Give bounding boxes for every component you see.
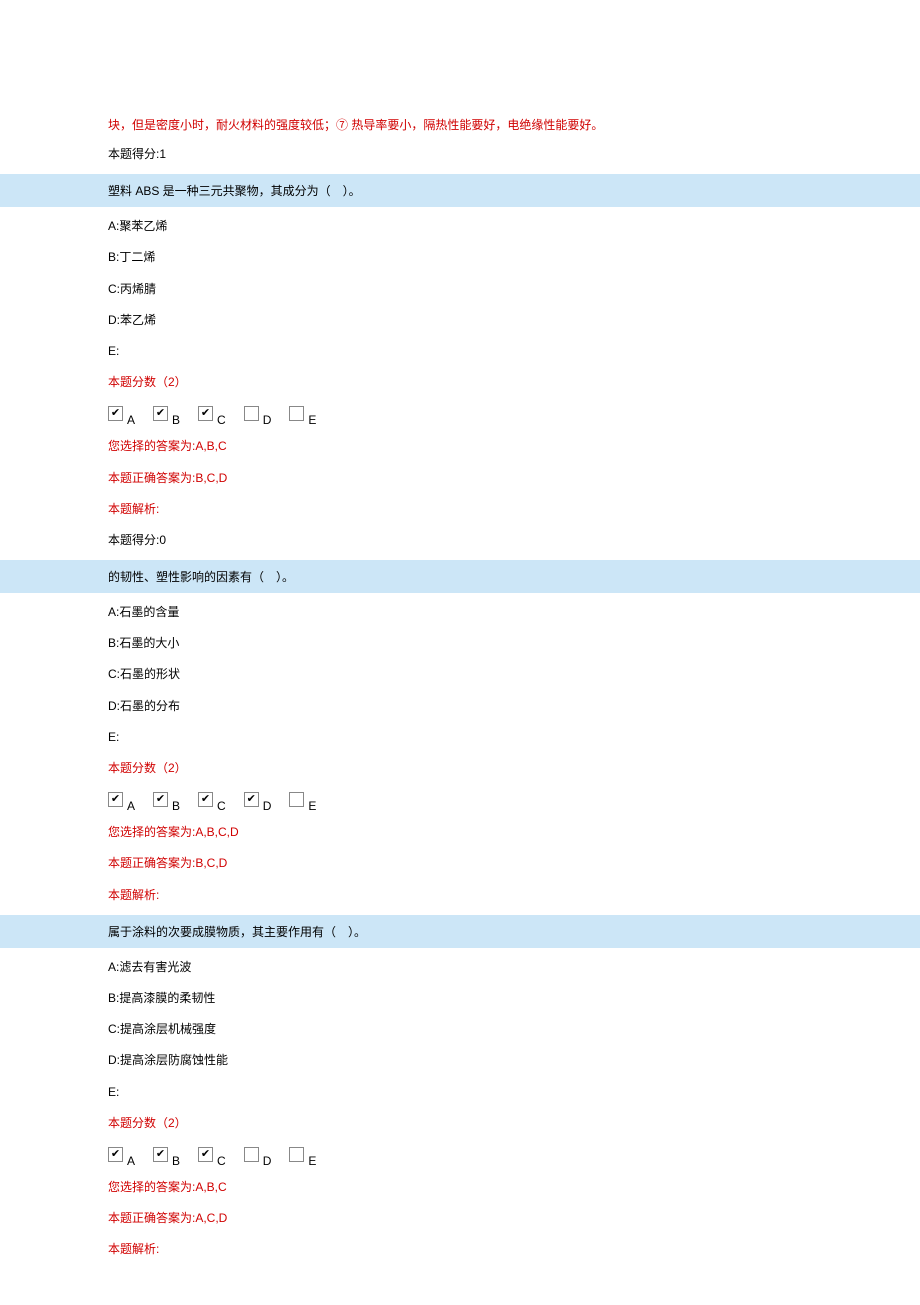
- previous-score: 本题得分:1: [0, 139, 920, 170]
- option-c: C:石墨的形状: [0, 659, 920, 690]
- checkbox-label-a: A: [127, 799, 135, 813]
- option-b: B:石墨的大小: [0, 628, 920, 659]
- checkbox-label-c: C: [217, 413, 226, 427]
- analysis-label: 本题解析:: [0, 494, 920, 525]
- question-header: 塑料 ABS 是一种三元共聚物，其成分为（ ）。: [0, 174, 920, 207]
- option-d: D:提高涂层防腐蚀性能: [0, 1045, 920, 1076]
- option-b: B:丁二烯: [0, 242, 920, 273]
- checkbox-label-b: B: [172, 799, 180, 813]
- question-score: 本题分数（2）: [0, 1108, 920, 1139]
- score-got: 本题得分:0: [0, 525, 920, 556]
- option-a: A:滤去有害光波: [0, 952, 920, 983]
- checkbox-a[interactable]: [108, 406, 123, 421]
- checkbox-e[interactable]: [289, 792, 304, 807]
- option-a: A:石墨的含量: [0, 597, 920, 628]
- question-score: 本题分数（2）: [0, 367, 920, 398]
- checkbox-a[interactable]: [108, 792, 123, 807]
- checkbox-label-d: D: [263, 799, 272, 813]
- checkbox-label-e: E: [308, 799, 316, 813]
- option-e: E:: [0, 722, 920, 753]
- question-header: 属于涂料的次要成膜物质，其主要作用有（ ）。: [0, 915, 920, 948]
- checkbox-label-c: C: [217, 799, 226, 813]
- option-a: A:聚苯乙烯: [0, 211, 920, 242]
- checkbox-c[interactable]: [198, 406, 213, 421]
- checkbox-row: A B C D E: [0, 1139, 920, 1172]
- checkbox-e[interactable]: [289, 406, 304, 421]
- analysis-label: 本题解析:: [0, 880, 920, 911]
- checkbox-label-d: D: [263, 413, 272, 427]
- checkbox-label-a: A: [127, 413, 135, 427]
- checkbox-c[interactable]: [198, 1147, 213, 1162]
- analysis-label: 本题解析:: [0, 1234, 920, 1265]
- option-e: E:: [0, 1077, 920, 1108]
- your-answer: 您选择的答案为:A,B,C,D: [0, 817, 920, 848]
- correct-answer: 本题正确答案为:B,C,D: [0, 848, 920, 879]
- option-c: C:丙烯腈: [0, 274, 920, 305]
- question-score: 本题分数（2）: [0, 753, 920, 784]
- checkbox-label-c: C: [217, 1154, 226, 1168]
- checkbox-a[interactable]: [108, 1147, 123, 1162]
- option-d: D:苯乙烯: [0, 305, 920, 336]
- checkbox-e[interactable]: [289, 1147, 304, 1162]
- checkbox-b[interactable]: [153, 1147, 168, 1162]
- checkbox-label-e: E: [308, 1154, 316, 1168]
- checkbox-label-e: E: [308, 413, 316, 427]
- checkbox-b[interactable]: [153, 406, 168, 421]
- previous-analysis-continuation: 块，但是密度小时，耐火材料的强度较低；⑦ 热导率要小，隔热性能要好，电绝缘性能要…: [0, 110, 920, 139]
- option-b: B:提高漆膜的柔韧性: [0, 983, 920, 1014]
- checkbox-c[interactable]: [198, 792, 213, 807]
- checkbox-label-a: A: [127, 1154, 135, 1168]
- your-answer: 您选择的答案为:A,B,C: [0, 431, 920, 462]
- correct-answer: 本题正确答案为:B,C,D: [0, 463, 920, 494]
- checkbox-row: A B C D E: [0, 784, 920, 817]
- checkbox-d[interactable]: [244, 406, 259, 421]
- checkbox-row: A B C D E: [0, 398, 920, 431]
- checkbox-d[interactable]: [244, 792, 259, 807]
- checkbox-d[interactable]: [244, 1147, 259, 1162]
- checkbox-label-b: B: [172, 1154, 180, 1168]
- option-e: E:: [0, 336, 920, 367]
- checkbox-label-d: D: [263, 1154, 272, 1168]
- your-answer: 您选择的答案为:A,B,C: [0, 1172, 920, 1203]
- checkbox-label-b: B: [172, 413, 180, 427]
- correct-answer: 本题正确答案为:A,C,D: [0, 1203, 920, 1234]
- question-header: 的韧性、塑性影响的因素有（ ）。: [0, 560, 920, 593]
- option-c: C:提高涂层机械强度: [0, 1014, 920, 1045]
- option-d: D:石墨的分布: [0, 691, 920, 722]
- checkbox-b[interactable]: [153, 792, 168, 807]
